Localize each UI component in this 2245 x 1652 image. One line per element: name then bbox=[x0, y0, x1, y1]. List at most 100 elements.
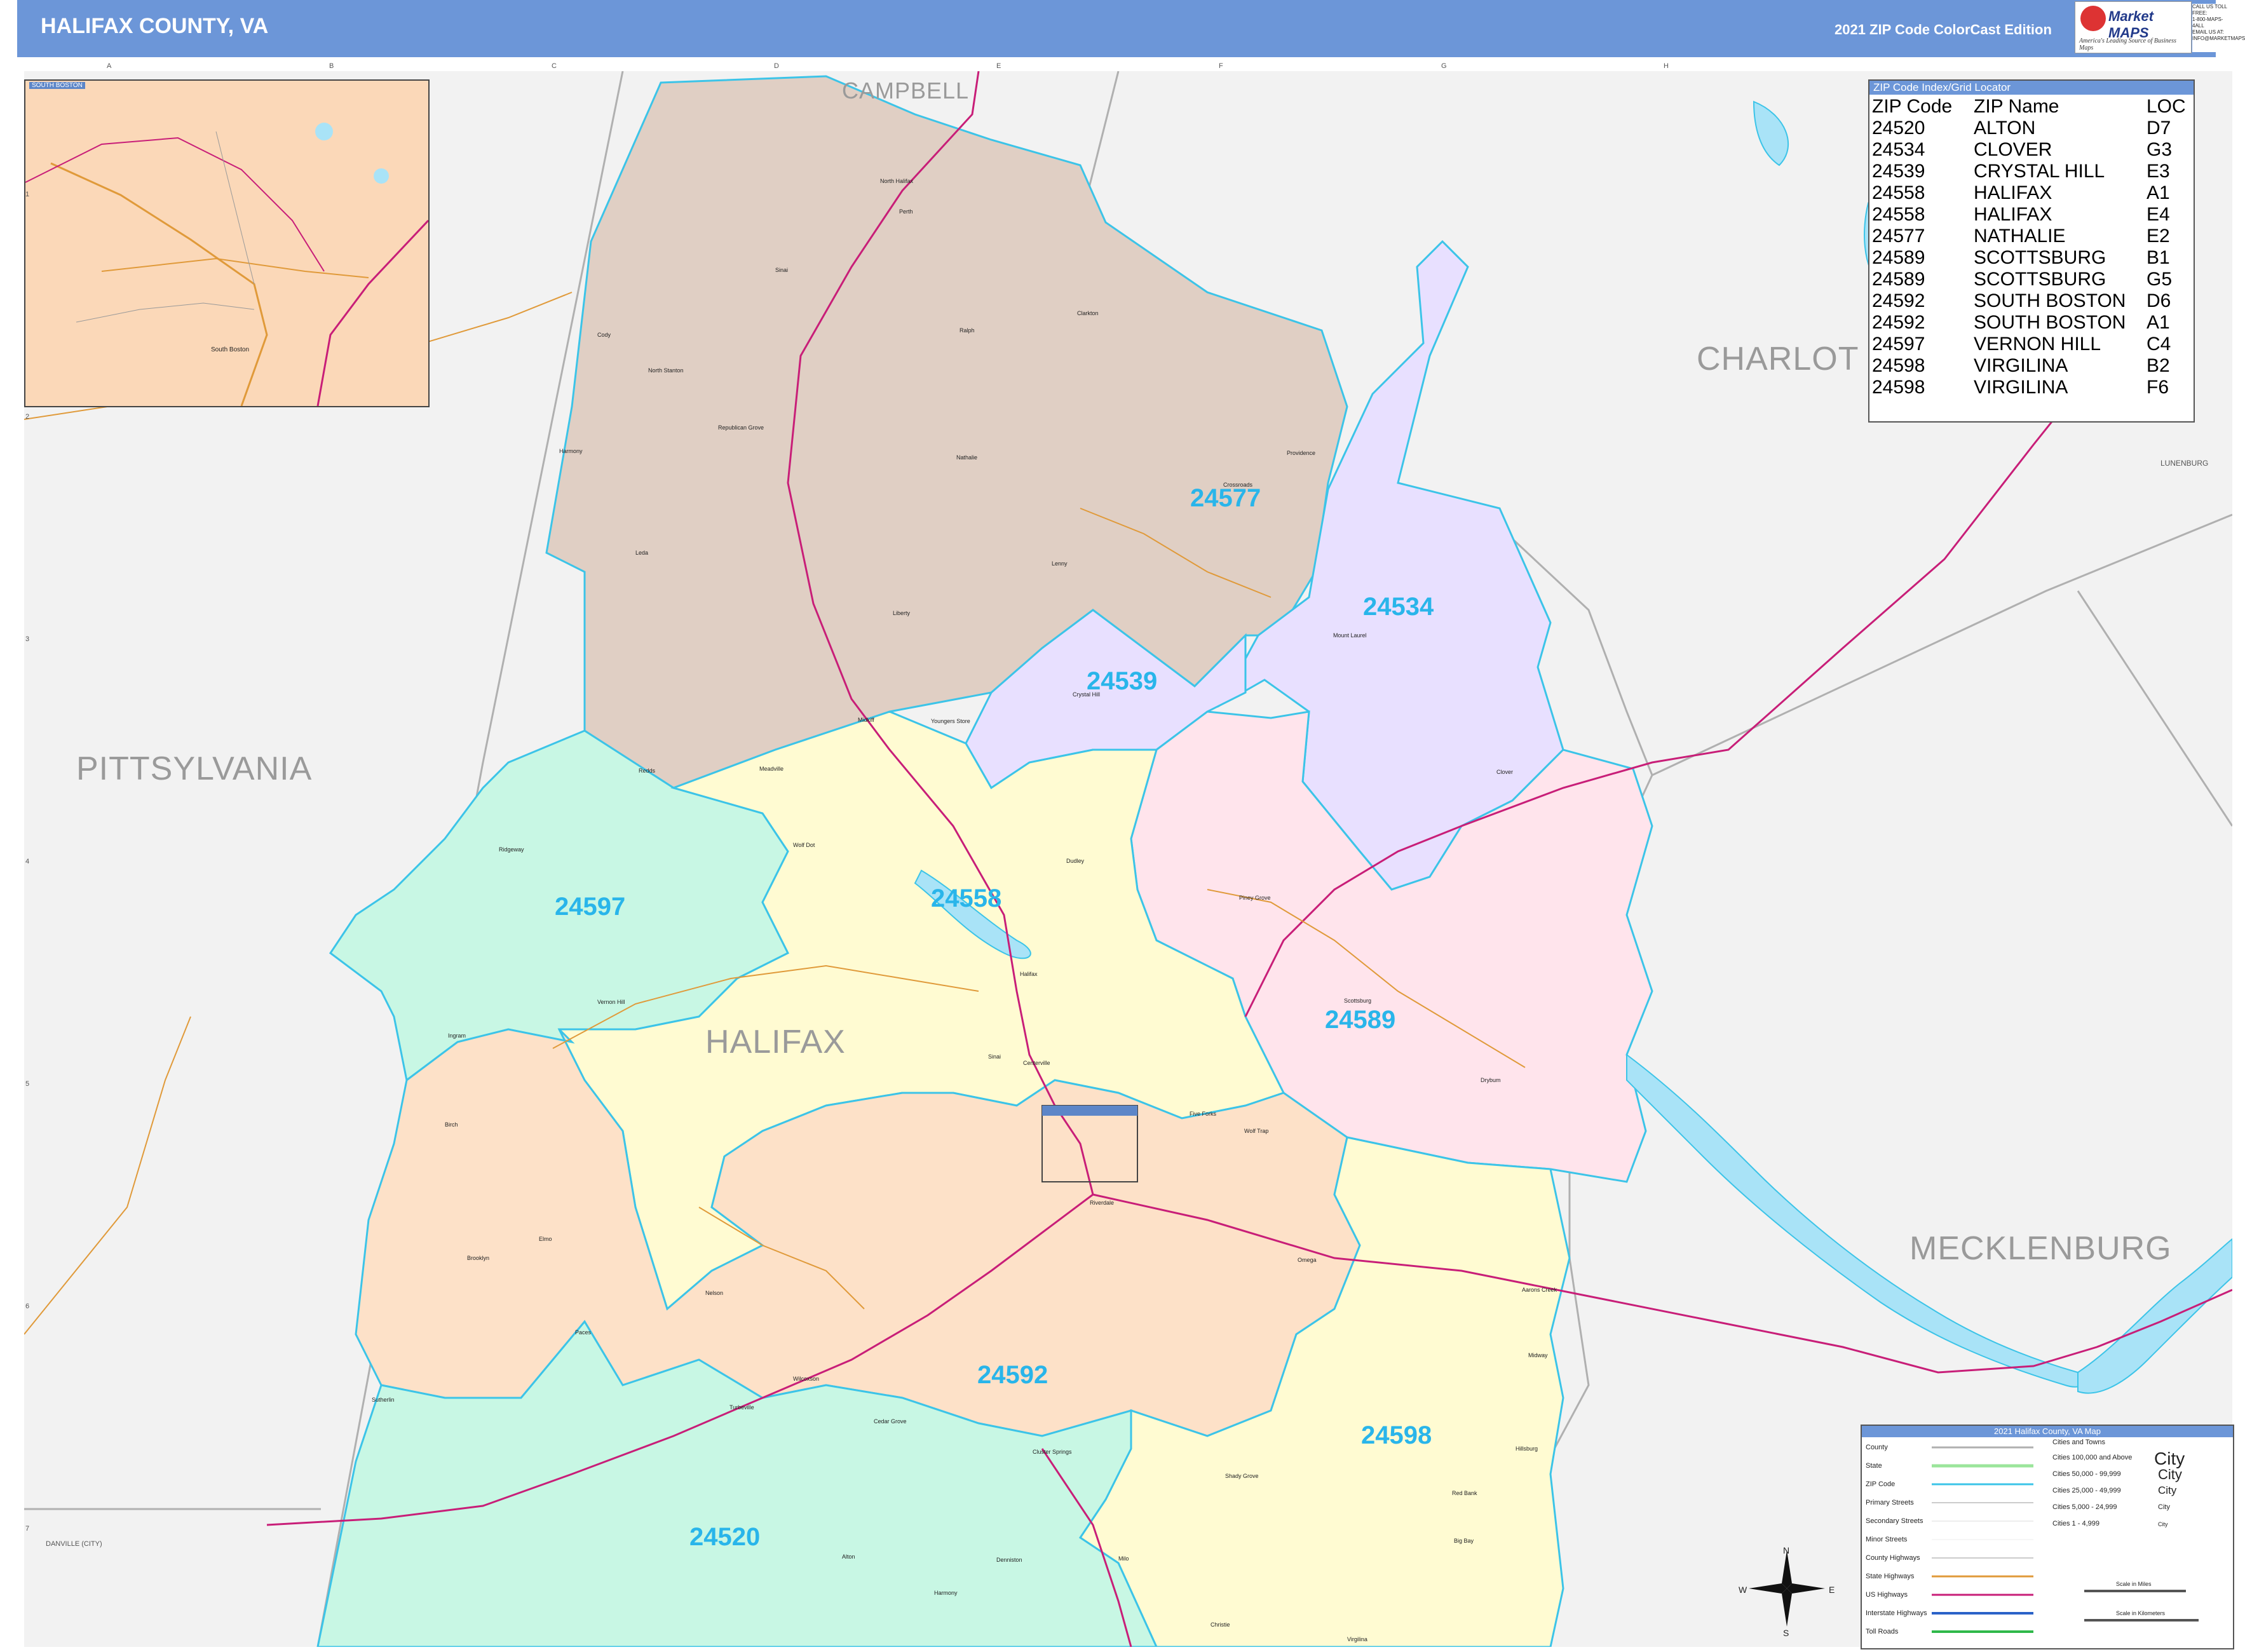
grid-col-label: G bbox=[1441, 62, 1447, 70]
town-label: Riverdale bbox=[1090, 1200, 1115, 1206]
county-label-lunenburg: LUNENBURG bbox=[2160, 459, 2209, 468]
legend-city-label: Cities 25,000 - 49,999 bbox=[2052, 1487, 2121, 1494]
town-label: Clover bbox=[1496, 769, 1514, 775]
legend-swatches bbox=[1932, 1446, 2033, 1633]
town-label: Clarkton bbox=[1077, 310, 1099, 316]
town-label: Crossroads bbox=[1223, 482, 1253, 488]
logo-subtitle: America's Leading Source of Business Map… bbox=[2079, 37, 2176, 51]
zip-index-row: 24589 SCOTTSBURG G5 bbox=[1869, 269, 2194, 290]
zip-label-24534: 24534 bbox=[1363, 593, 1434, 621]
town-label: Mount Laurel bbox=[1333, 632, 1367, 639]
scale-bar-miles bbox=[2084, 1590, 2186, 1592]
compass-w: W bbox=[1739, 1585, 1747, 1595]
logo-contact: CALL US TOLL FREE: 1-800-MAPS-4ALL EMAIL… bbox=[2192, 4, 2245, 52]
zip-loc: G3 bbox=[2147, 139, 2173, 160]
zip-label-24597: 24597 bbox=[555, 893, 626, 921]
legend-item-label: County Highways bbox=[1866, 1554, 1920, 1562]
grid-row-label: 1 bbox=[25, 191, 30, 198]
zip-index-row: 24520 ALTON D7 bbox=[1869, 118, 2194, 139]
town-label: Sutherlin bbox=[372, 1397, 395, 1403]
legend-city-symbol: City bbox=[2158, 1521, 2168, 1527]
legend-item-label: Interstate Highways bbox=[1866, 1609, 1927, 1617]
county-label-charlotte: CHARLOT bbox=[1697, 341, 1859, 377]
town-label: Ingram bbox=[448, 1032, 466, 1039]
town-label: Elmo bbox=[539, 1236, 552, 1242]
zip-index-row: 24577 NATHALIE E2 bbox=[1869, 226, 2194, 247]
zip-label-24592: 24592 bbox=[977, 1361, 1048, 1389]
town-label: North Stanton bbox=[648, 367, 684, 374]
legend-scale-km: Scale in Kilometers bbox=[2116, 1610, 2166, 1616]
zip-name: ALTON bbox=[1974, 118, 2036, 139]
col-header-name: ZIP Name bbox=[1974, 96, 2059, 117]
legend-scale-miles: Scale in Miles bbox=[2116, 1581, 2152, 1587]
town-label: Crystal Hill bbox=[1073, 691, 1101, 698]
inset-town-label: South Boston bbox=[211, 346, 250, 353]
zip-index-row: 24534 CLOVER G3 bbox=[1869, 139, 2194, 161]
zip-name: SOUTH BOSTON bbox=[1974, 290, 2126, 311]
zip-code: 24558 bbox=[1872, 204, 1925, 225]
town-label: Vernon Hill bbox=[597, 999, 625, 1005]
legend-city-label: Cities 50,000 - 99,999 bbox=[2052, 1470, 2121, 1478]
zip-index-row: 24598 VIRGILINA B2 bbox=[1869, 355, 2194, 377]
town-label: Turbeville bbox=[729, 1404, 754, 1411]
zip-name: VERNON HILL bbox=[1974, 334, 2101, 355]
inset-streets bbox=[25, 81, 428, 406]
zip-index-row: 24539 CRYSTAL HILL E3 bbox=[1869, 161, 2194, 182]
town-label: Leda bbox=[635, 550, 649, 556]
zip-name: VIRGILINA bbox=[1974, 377, 2068, 398]
town-label: Ralph bbox=[960, 327, 975, 334]
legend-city-label: Cities 5,000 - 24,999 bbox=[2052, 1503, 2117, 1511]
town-label: Meadville bbox=[759, 766, 784, 772]
grid-row-label: 4 bbox=[25, 858, 30, 865]
town-label: Youngers Store bbox=[931, 718, 970, 724]
town-label: Halifax bbox=[1020, 971, 1038, 977]
zip-code: 24534 bbox=[1872, 139, 1925, 160]
legend-item-label: State bbox=[1866, 1462, 1882, 1470]
grid-col-label: C bbox=[552, 62, 557, 70]
town-label: Republican Grove bbox=[718, 424, 764, 431]
zip-index-row: 24592 SOUTH BOSTON A1 bbox=[1869, 312, 2194, 334]
compass-n: N bbox=[1783, 1545, 1790, 1555]
zip-label-24589: 24589 bbox=[1325, 1006, 1396, 1034]
zip-name: NATHALIE bbox=[1974, 226, 2066, 247]
town-label: Nathalie bbox=[956, 454, 978, 461]
town-label: Ridgeway bbox=[499, 846, 524, 853]
grid-col-label: E bbox=[996, 62, 1001, 70]
inset-title: SOUTH BOSTON bbox=[29, 82, 85, 89]
zip-code: 24598 bbox=[1872, 377, 1925, 398]
legend-cities-header: Cities and Towns bbox=[2052, 1439, 2105, 1446]
town-label: Nelson bbox=[705, 1290, 724, 1296]
legend-city-symbol: City bbox=[2158, 1503, 2170, 1511]
contact-line: CALL US TOLL FREE: bbox=[2192, 4, 2227, 16]
zip-name: HALIFAX bbox=[1974, 182, 2052, 203]
zip-index-header: ZIP Code Index/Grid Locator bbox=[1869, 81, 2194, 95]
town-label: Aarons Creek bbox=[1522, 1287, 1557, 1293]
zip-loc: A1 bbox=[2147, 312, 2170, 333]
town-label: Piney Grove bbox=[1239, 895, 1271, 901]
town-label: Paces bbox=[575, 1329, 592, 1336]
zip-code: 24598 bbox=[1872, 355, 1925, 376]
county-label-mecklenburg: MECKLENBURG bbox=[1909, 1230, 2172, 1267]
town-label: Redds bbox=[639, 768, 656, 774]
zip-index-row: 24558 HALIFAX E4 bbox=[1869, 204, 2194, 226]
town-label: Cedar Grove bbox=[874, 1418, 907, 1425]
map-title: HALIFAX COUNTY, VA bbox=[41, 14, 269, 38]
zip-code: 24597 bbox=[1872, 334, 1925, 355]
town-label: Perth bbox=[899, 208, 913, 215]
market-maps-logo: Market MAPS America's Leading Source of … bbox=[2075, 1, 2192, 53]
legend-city-symbol: City bbox=[2158, 1484, 2177, 1496]
zip-index-row: 24558 HALIFAX A1 bbox=[1869, 182, 2194, 204]
zip-index-row: 24589 SCOTTSBURG B1 bbox=[1869, 247, 2194, 269]
logo-mark-icon bbox=[2080, 6, 2106, 31]
grid-col-label: H bbox=[1664, 62, 1669, 70]
town-label: Lenny bbox=[1052, 560, 1068, 567]
zip-name: SCOTTSBURG bbox=[1974, 269, 2106, 290]
legend-item-label: State Highways bbox=[1866, 1573, 1915, 1580]
zip-index-row: 24598 VIRGILINA F6 bbox=[1869, 377, 2194, 398]
zip-index-row: 24592 SOUTH BOSTON D6 bbox=[1869, 290, 2194, 312]
town-label: Omega bbox=[1298, 1257, 1317, 1263]
contact-line: 1-800-MAPS-4ALL bbox=[2192, 17, 2223, 29]
contact-line: INFO@MARKETMAPS.COM bbox=[2192, 36, 2245, 41]
town-label: Drybum bbox=[1481, 1077, 1501, 1083]
south-boston-inset-map[interactable]: SOUTH BOSTON South Boston bbox=[24, 79, 430, 407]
